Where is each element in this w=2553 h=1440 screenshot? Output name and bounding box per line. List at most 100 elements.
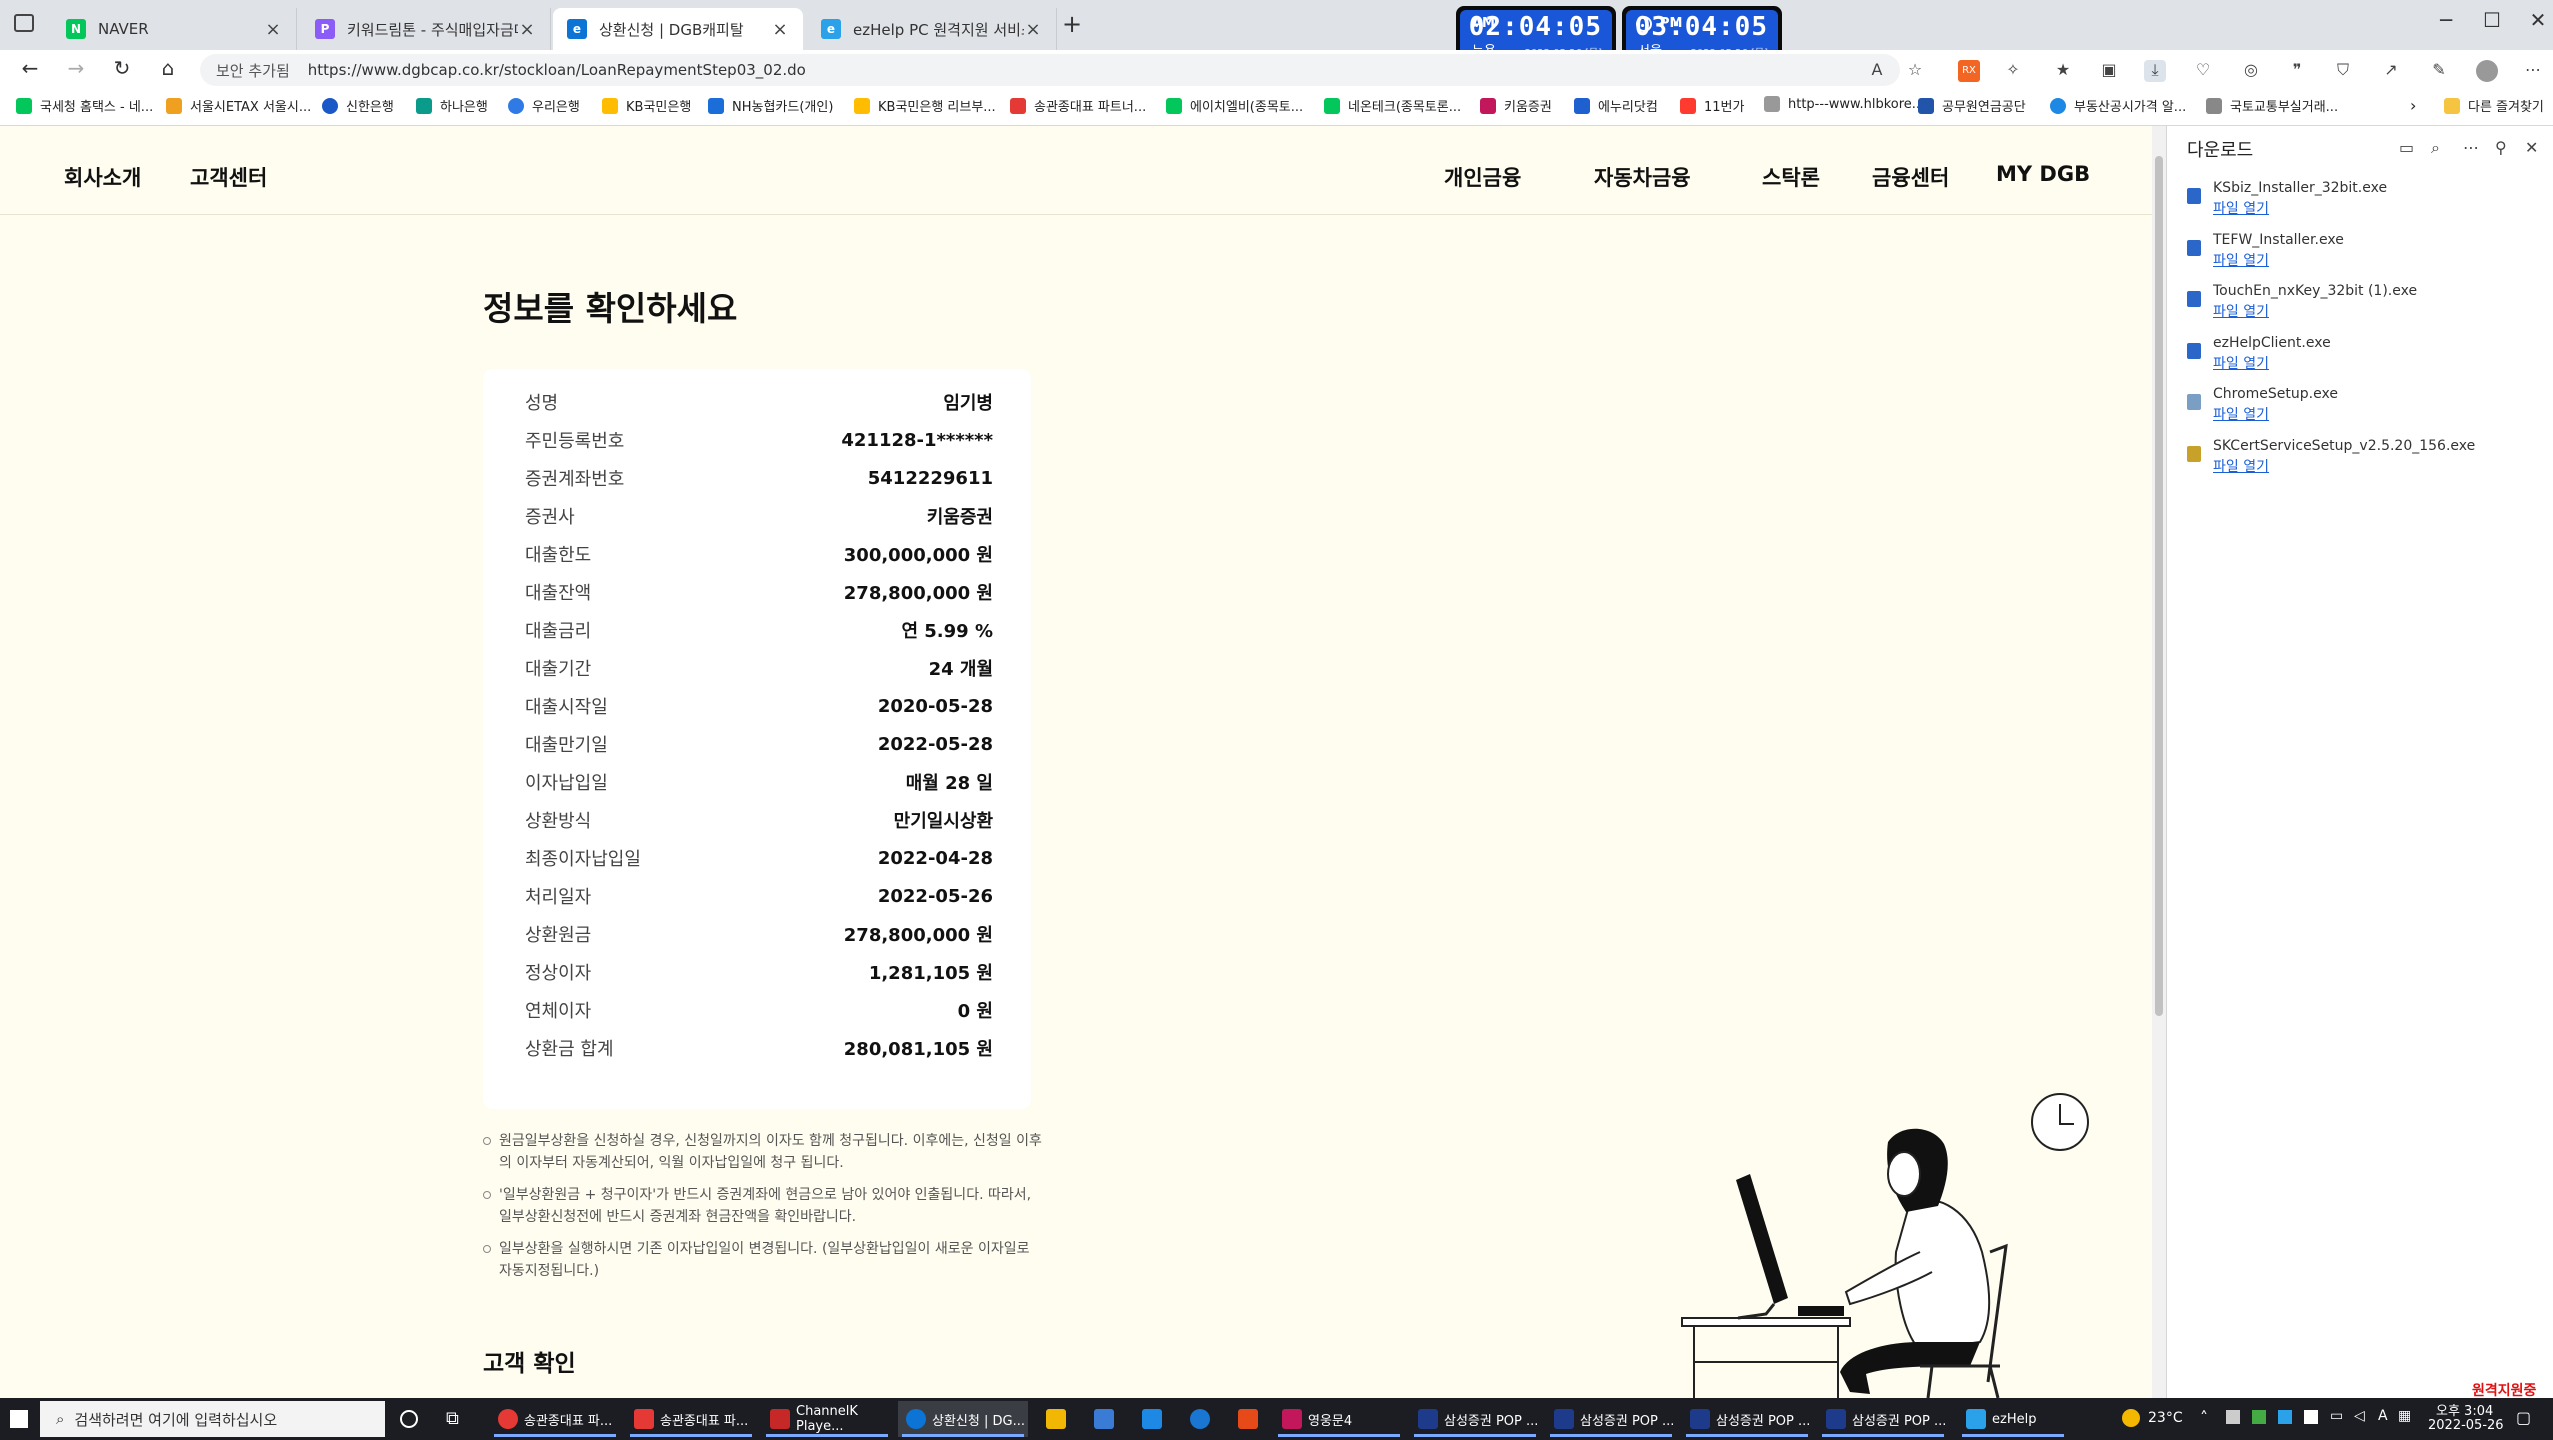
weather-icon[interactable]	[2122, 1409, 2140, 1427]
tray-chevron-icon[interactable]: ˄	[2200, 1408, 2208, 1427]
tab-ezhelp[interactable]: e ezHelp PC 원격지원 서비스(ezHe ×	[807, 8, 1057, 50]
minimize-button[interactable]: ─	[2426, 8, 2466, 32]
bookmark-item[interactable]: 서울시ETAX 서울시...	[166, 96, 311, 115]
taskbar-time[interactable]: 오후 3:04	[2436, 1400, 2493, 1419]
close-icon[interactable]: ×	[518, 19, 536, 40]
tray-icon[interactable]	[2304, 1410, 2318, 1424]
bookmark-item[interactable]: 하나은행	[416, 96, 488, 115]
collections-icon[interactable]: ▣	[2098, 60, 2120, 82]
page-scrollbar[interactable]	[2152, 126, 2166, 1398]
forward-icon[interactable]: →	[60, 56, 92, 84]
puzzle-icon[interactable]: ✎	[2428, 60, 2450, 82]
heart-icon[interactable]: ♡	[2192, 60, 2214, 82]
download-item[interactable]: ezHelpClient.exe 파일 열기	[2187, 335, 2537, 379]
more-icon[interactable]: ⋯	[2522, 60, 2544, 82]
taskbar-app[interactable]: 삼성증권 POP ...	[1682, 1401, 1812, 1437]
mail-icon[interactable]	[1134, 1401, 1172, 1437]
scrollbar-thumb[interactable]	[2155, 156, 2163, 1016]
taskbar-app[interactable]: ezHelp	[1958, 1401, 2068, 1437]
folder-icon[interactable]: ▭	[2399, 138, 2414, 157]
bookmark-item[interactable]: 11번가	[1680, 96, 1744, 115]
bookmarks-overflow-icon[interactable]: ›	[2410, 96, 2416, 115]
bookmark-item[interactable]: KB국민은행	[602, 96, 691, 115]
avatar[interactable]	[2476, 60, 2498, 82]
pin-icon[interactable]: ⚲	[2495, 138, 2507, 157]
taskbar-app[interactable]: 송관종대표 파...	[626, 1401, 756, 1437]
taskbar-app[interactable]: 삼성증권 POP ...	[1818, 1401, 1948, 1437]
bookmark-item[interactable]: 에누리닷컴	[1574, 96, 1658, 115]
share-icon[interactable]: ↗	[2380, 60, 2402, 82]
nav-stockloan[interactable]: 스탁론	[1762, 162, 1820, 192]
favorites-icon[interactable]: ★	[2052, 60, 2074, 82]
taskbar-date[interactable]: 2022-05-26	[2428, 1418, 2504, 1433]
close-icon[interactable]: ×	[264, 19, 282, 40]
open-file-link[interactable]: 파일 열기	[2213, 404, 2269, 424]
open-file-link[interactable]: 파일 열기	[2213, 301, 2269, 321]
close-window-button[interactable]: ✕	[2518, 8, 2553, 32]
bookmark-item[interactable]: 국토교통부실거래...	[2206, 96, 2338, 115]
weather-temp[interactable]: 23°C	[2148, 1410, 2183, 1426]
bookmark-item[interactable]: 우리은행	[508, 96, 580, 115]
home-icon[interactable]: ⌂	[152, 56, 184, 84]
nav-auto-finance[interactable]: 자동차금융	[1594, 162, 1691, 192]
nav-my-dgb[interactable]: MY DGB	[1996, 162, 2090, 186]
ie-icon[interactable]	[1182, 1401, 1220, 1437]
taskbar-search-input[interactable]: ⌕ 검색하려면 여기에 입력하십시오	[40, 1401, 385, 1437]
open-file-link[interactable]: 파일 열기	[2213, 456, 2269, 476]
notification-icon[interactable]: ▢	[2516, 1408, 2531, 1427]
tab-actions-icon[interactable]	[14, 14, 34, 32]
ime-icon[interactable]: A	[2378, 1408, 2388, 1424]
file-explorer-icon[interactable]	[1038, 1401, 1076, 1437]
tray-icon[interactable]	[2278, 1410, 2292, 1424]
open-file-link[interactable]: 파일 열기	[2213, 353, 2269, 373]
url-text[interactable]: https://www.dgbcap.co.kr/stockloan/LoanR…	[308, 61, 806, 79]
volume-icon[interactable]: ◁	[2354, 1408, 2365, 1424]
more-icon[interactable]: ⋯	[2463, 138, 2479, 157]
taskbar-app[interactable]: 삼성증권 POP ...	[1546, 1401, 1676, 1437]
bookmark-item[interactable]: 국세청 홈택스 - 네...	[16, 96, 153, 115]
shield-icon[interactable]: ⛉	[2332, 60, 2354, 82]
download-item[interactable]: KSbiz_Installer_32bit.exe 파일 열기	[2187, 180, 2537, 224]
download-item[interactable]: TEFW_Installer.exe 파일 열기	[2187, 232, 2537, 276]
tray-icon[interactable]	[2252, 1410, 2266, 1424]
bookmark-item[interactable]: 신한은행	[322, 96, 394, 115]
nav-finance-center[interactable]: 금융센터	[1872, 162, 1949, 192]
read-aloud-icon[interactable]: A	[1866, 60, 1888, 82]
favorite-star-icon[interactable]: ☆	[1904, 60, 1926, 82]
bookmark-item[interactable]: http---www.hlbkore...	[1764, 96, 1924, 112]
tab-dgb-repayment[interactable]: e 상환신청 | DGB캐피탈 ×	[553, 8, 803, 50]
other-favorites[interactable]: 다른 즐겨찾기	[2444, 96, 2544, 115]
bookmark-item[interactable]: 키움증권	[1480, 96, 1552, 115]
download-item[interactable]: SKCertServiceSetup_v2.5.20_156.exe 파일 열기	[2187, 438, 2537, 482]
ime-mode-icon[interactable]: ▦	[2398, 1408, 2411, 1424]
download-item[interactable]: ChromeSetup.exe 파일 열기	[2187, 386, 2537, 430]
cortana-icon[interactable]	[400, 1410, 418, 1428]
network-icon[interactable]: ▭	[2330, 1408, 2343, 1424]
quote-icon[interactable]: ❞	[2286, 60, 2308, 82]
close-icon[interactable]: ×	[771, 19, 789, 40]
address-bar[interactable]: 보안 추가됨 https://www.dgbcap.co.kr/stockloa…	[200, 54, 1900, 86]
nav-personal-finance[interactable]: 개인금융	[1444, 162, 1521, 192]
office-icon[interactable]	[1230, 1401, 1268, 1437]
nav-customer-center[interactable]: 고객센터	[190, 162, 267, 192]
windows-start-icon[interactable]	[10, 1410, 28, 1428]
open-file-link[interactable]: 파일 열기	[2213, 198, 2269, 218]
bookmark-item[interactable]: 네온테크(종목토론...	[1324, 96, 1461, 115]
bookmark-item[interactable]: 송관종대표 파트너...	[1010, 96, 1146, 115]
download-icon[interactable]: ⤓	[2144, 60, 2166, 82]
nav-company[interactable]: 회사소개	[64, 162, 141, 192]
store-icon[interactable]	[1086, 1401, 1124, 1437]
extension-icon[interactable]: RX	[1958, 60, 1980, 82]
bookmark-item[interactable]: KB국민은행 리브부...	[854, 96, 996, 115]
bookmark-item[interactable]: NH농협카드(개인)	[708, 96, 833, 115]
screenshot-icon[interactable]: ◎	[2240, 60, 2262, 82]
tab-keyword[interactable]: P 키워드림톤 - 주식매입자금대출 ×	[301, 8, 551, 50]
refresh-icon[interactable]: ↻	[106, 56, 138, 84]
extensions-icon[interactable]: ✧	[2002, 60, 2024, 82]
search-icon[interactable]: ⌕	[2431, 138, 2440, 158]
close-icon[interactable]: ✕	[2525, 138, 2538, 157]
bookmark-item[interactable]: 공무원연금공단	[1918, 96, 2026, 115]
taskbar-app[interactable]: 삼성증권 POP ...	[1410, 1401, 1540, 1437]
download-item[interactable]: TouchEn_nxKey_32bit (1).exe 파일 열기	[2187, 283, 2537, 327]
task-view-icon[interactable]: ⧉	[446, 1408, 459, 1429]
